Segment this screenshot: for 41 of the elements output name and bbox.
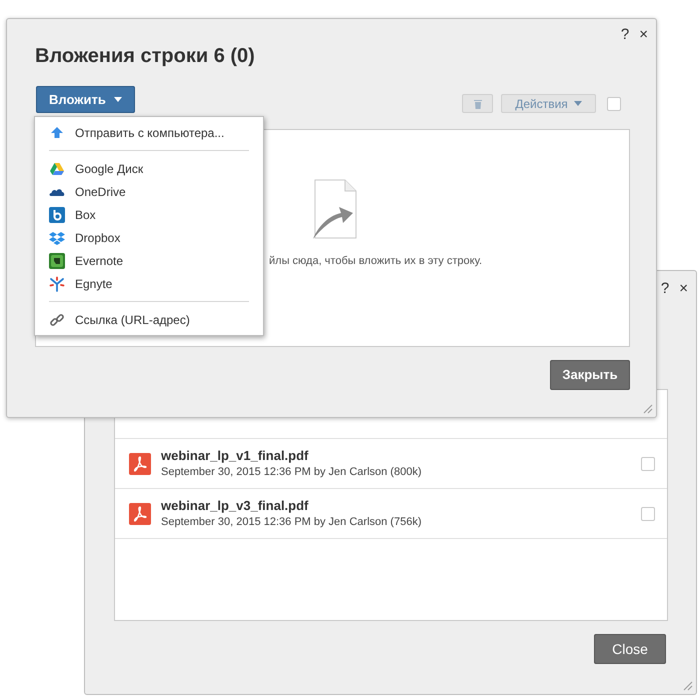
caret-icon bbox=[114, 97, 122, 102]
delete-button[interactable] bbox=[462, 94, 493, 113]
file-details: September 30, 2015 12:36 PM by Jen Carlson (756k) bbox=[161, 515, 422, 530]
file-name[interactable]: webinar_lp_v3_final.pdf bbox=[161, 497, 641, 514]
trash-icon bbox=[474, 98, 482, 108]
help-button[interactable]: ? bbox=[660, 278, 670, 300]
file-name[interactable]: webinar_lp_v1_final.pdf bbox=[161, 447, 641, 464]
pdf-icon bbox=[129, 502, 151, 524]
resize-grip-icon[interactable] bbox=[681, 679, 693, 691]
menu-item[interactable]: Ссылка (URL-адрес) bbox=[35, 308, 263, 331]
attach-button[interactable]: Вложить bbox=[36, 86, 135, 113]
menu-item[interactable]: OneDrive bbox=[35, 180, 263, 203]
dropbox-icon bbox=[49, 230, 65, 246]
checkbox[interactable] bbox=[641, 456, 655, 470]
pdf-icon bbox=[129, 452, 151, 474]
menu-item[interactable]: Dropbox bbox=[35, 226, 263, 249]
close-button[interactable]: × bbox=[639, 24, 648, 46]
resize-grip-icon[interactable] bbox=[641, 402, 653, 414]
drive-triangle-icon bbox=[49, 160, 65, 176]
box-logo-icon bbox=[49, 206, 65, 222]
menu-item[interactable]: Egnyte bbox=[35, 272, 263, 295]
menu-item[interactable]: Box bbox=[35, 203, 263, 226]
dialog-title: Вложения строки 6 (0) bbox=[35, 44, 255, 69]
drop-hint: йлы сюда, чтобы вложить их в эту строку. bbox=[269, 254, 482, 269]
close-button[interactable]: × bbox=[679, 278, 688, 300]
menu-item[interactable]: Google Диск bbox=[35, 157, 263, 180]
checkbox[interactable] bbox=[641, 506, 655, 520]
egnyte-icon bbox=[49, 276, 65, 292]
close-button[interactable]: Close bbox=[594, 634, 666, 664]
elephant-logo-icon bbox=[49, 252, 65, 268]
upload-arrow-icon bbox=[49, 124, 65, 140]
file-row[interactable]: webinar_lp_v1_final.pdf September 30, 2015 12:36 PM by Jen Carlson (800k) bbox=[115, 439, 667, 489]
menu-item[interactable]: Evernote bbox=[35, 249, 263, 272]
file-details: September 30, 2015 12:36 PM by Jen Carlson (800k) bbox=[161, 465, 422, 480]
close-button[interactable]: Закрыть bbox=[550, 360, 630, 390]
link-icon bbox=[49, 312, 65, 328]
help-button[interactable]: ? bbox=[620, 24, 630, 46]
caret-icon bbox=[574, 101, 582, 106]
checkbox[interactable] bbox=[607, 97, 621, 111]
file-upload-icon bbox=[311, 179, 357, 239]
file-row[interactable]: webinar_lp_v3_final.pdf September 30, 2015 12:36 PM by Jen Carlson (756k) bbox=[115, 489, 667, 539]
